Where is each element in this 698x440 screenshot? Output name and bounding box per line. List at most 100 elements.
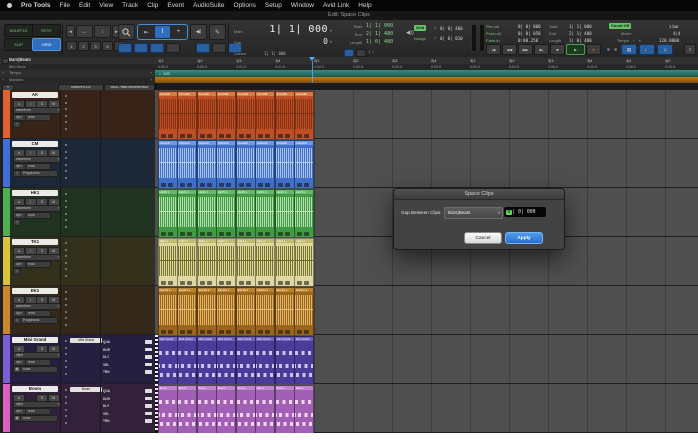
insert-slot-icon[interactable] xyxy=(65,151,67,153)
menu-item-options[interactable]: Options xyxy=(233,2,255,9)
track-view-selector[interactable]: clips▾ xyxy=(13,401,61,408)
transport-length-value[interactable]: 1| 0| 480 xyxy=(569,38,592,43)
insert-slot-icon[interactable] xyxy=(65,102,67,104)
automation-mode-selector[interactable]: read xyxy=(25,359,51,366)
cancel-button[interactable]: Cancel xyxy=(464,232,502,244)
clip-eleckit-1-3[interactable]: ElecKit 1 xyxy=(197,287,217,336)
grid-value-button[interactable]: Grid xyxy=(414,25,426,31)
clip-boom-3[interactable]: Boom xyxy=(197,385,217,434)
clip-taiko-1-7[interactable]: Taiko 1 xyxy=(275,238,295,287)
count-off-button[interactable]: Count Off xyxy=(609,23,631,29)
clip-taiko-1-4[interactable]: Taiko 1 xyxy=(216,238,236,287)
clip-fade-in-handle[interactable] xyxy=(200,183,205,187)
clip-eleckit-1-8[interactable]: ElecKit 1 xyxy=(294,287,314,336)
clip-fade-in-handle[interactable] xyxy=(258,183,263,187)
clip-fade-out-handle[interactable] xyxy=(168,281,173,285)
menu-item-file[interactable]: File xyxy=(60,2,70,9)
clip-boom-5[interactable]: Boom xyxy=(236,385,256,434)
nudge-value[interactable]: 0| 0| 010 xyxy=(440,36,463,41)
clip-fade-in-handle[interactable] xyxy=(161,232,166,236)
clip-fade-out-handle[interactable] xyxy=(187,134,192,138)
insert-slot-icon[interactable] xyxy=(65,200,67,202)
automation-mode-selector[interactable]: read xyxy=(25,261,51,268)
zoom-toggle-1-icon[interactable] xyxy=(118,43,132,53)
metronome-button[interactable]: ♩ xyxy=(639,44,655,55)
clip-fade-in-handle[interactable] xyxy=(297,183,302,187)
elastic-plugin-selector[interactable]: Polyphonic xyxy=(20,170,58,177)
clip-boom-4[interactable]: Boom xyxy=(216,385,236,434)
zoom-toggle-4-icon[interactable] xyxy=(166,43,180,53)
stop-button[interactable]: ■ xyxy=(550,44,565,55)
automation-mode-selector[interactable]: read xyxy=(25,114,51,121)
clip-zone[interactable]: BoomBoomBoomBoomBoomBoomBoomBoom xyxy=(155,384,698,432)
insert-slot-icon[interactable] xyxy=(65,409,67,411)
insert-slot-icon[interactable] xyxy=(65,121,67,123)
tab-to-transient-icon[interactable] xyxy=(196,43,210,53)
mirror-midi-icon[interactable] xyxy=(212,43,226,53)
rtp-trn-value-box[interactable] xyxy=(145,370,152,374)
clip-acoustik-2[interactable]: Acoustik xyxy=(177,91,197,140)
rtp-dur-value-box[interactable] xyxy=(145,348,152,352)
insert-slot-icon[interactable] xyxy=(65,389,67,391)
play-button[interactable]: ▶ xyxy=(566,44,585,55)
clip-eleckit-1-7[interactable]: ElecKit 1 xyxy=(275,287,295,336)
markers-ruler[interactable] xyxy=(155,77,698,85)
mode-slip-button[interactable]: SLIP xyxy=(4,38,33,51)
menu-item-view[interactable]: View xyxy=(99,2,113,9)
tempo-event[interactable]: ♩120 xyxy=(159,71,170,76)
horizontal-zoom-icon[interactable]: ↔ xyxy=(76,25,93,38)
clip-fade-in-handle[interactable] xyxy=(161,183,166,187)
elastic-audio-icon[interactable]: ≈ xyxy=(13,268,21,275)
transport-start-value[interactable]: 1| 1| 000 xyxy=(569,24,592,29)
clip-mini-grand-6[interactable]: Mini Grand xyxy=(255,336,275,385)
speaker-icon[interactable]: ◀)) xyxy=(406,30,414,36)
clip-fade-out-handle[interactable] xyxy=(207,232,212,236)
clip-fade-out-handle[interactable] xyxy=(246,330,251,334)
clip-fade-out-handle[interactable] xyxy=(246,232,251,236)
rtp-dur-label[interactable]: DUR xyxy=(103,397,116,401)
clip-fade-out-handle[interactable] xyxy=(226,232,231,236)
automation-mode-selector[interactable]: read xyxy=(25,310,51,317)
clip-classick-7[interactable]: ClassicK xyxy=(275,140,295,189)
clip-fade-in-handle[interactable] xyxy=(219,232,224,236)
clip-fade-out-handle[interactable] xyxy=(285,281,290,285)
rtp-dly-label[interactable]: DLY xyxy=(103,404,116,408)
clip-taiko-1-6[interactable]: Taiko 1 xyxy=(255,238,275,287)
midi-input-button[interactable]: ♫ xyxy=(657,44,673,55)
insert-slot-icon[interactable] xyxy=(65,157,67,159)
clip-fade-out-handle[interactable] xyxy=(207,134,212,138)
fade-in-label[interactable]: Fade-in xyxy=(486,38,500,43)
clip-hipkit-1-1[interactable]: HipKit 1 xyxy=(158,189,178,238)
clip-fade-out-handle[interactable] xyxy=(265,232,270,236)
insert-slot-icon[interactable] xyxy=(65,340,67,342)
toolbar-menu-button[interactable]: ≡ xyxy=(684,44,696,55)
fast-forward-button[interactable]: ▶▶ xyxy=(518,44,533,55)
clip-fade-out-handle[interactable] xyxy=(265,330,270,334)
clip-fade-out-handle[interactable] xyxy=(304,134,309,138)
clip-fade-out-handle[interactable] xyxy=(226,134,231,138)
clip-fade-in-handle[interactable] xyxy=(278,134,283,138)
clip-mini-grand-4[interactable]: Mini Grand xyxy=(216,336,236,385)
clip-taiko-1-5[interactable]: Taiko 1 xyxy=(236,238,256,287)
clip-fade-out-handle[interactable] xyxy=(187,232,192,236)
clip-hipkit-1-6[interactable]: HipKit 1 xyxy=(255,189,275,238)
clip-fade-out-handle[interactable] xyxy=(304,330,309,334)
clip-classick-5[interactable]: ClassicK xyxy=(236,140,256,189)
clip-boom-8[interactable]: Boom xyxy=(294,385,314,434)
timeline-insertion-icon[interactable] xyxy=(344,49,354,57)
track-color-strip[interactable] xyxy=(3,90,10,138)
clip-fade-out-handle[interactable] xyxy=(207,183,212,187)
clip-fade-in-handle[interactable] xyxy=(278,330,283,334)
sub-counter-menu-icon[interactable]: ▾ xyxy=(330,39,332,44)
clip-fade-out-handle[interactable] xyxy=(207,330,212,334)
automation-mode-selector[interactable]: read xyxy=(25,408,51,415)
clip-mini-grand-3[interactable]: Mini Grand xyxy=(197,336,217,385)
zoom-preset-4-button[interactable]: 4 xyxy=(102,41,113,51)
track-color-strip[interactable] xyxy=(3,384,10,432)
clip-fade-in-handle[interactable] xyxy=(180,232,185,236)
rtp-qua-label[interactable]: QUA xyxy=(103,389,116,393)
tempo-menu-icon[interactable]: ▾ xyxy=(639,39,641,43)
main-counter-value[interactable]: 1| 1| 000 xyxy=(256,24,328,35)
clip-zone[interactable]: AcoustikAcoustikAcoustikAcoustikAcoustik… xyxy=(155,90,698,138)
clip-taiko-1-3[interactable]: Taiko 1 xyxy=(197,238,217,287)
